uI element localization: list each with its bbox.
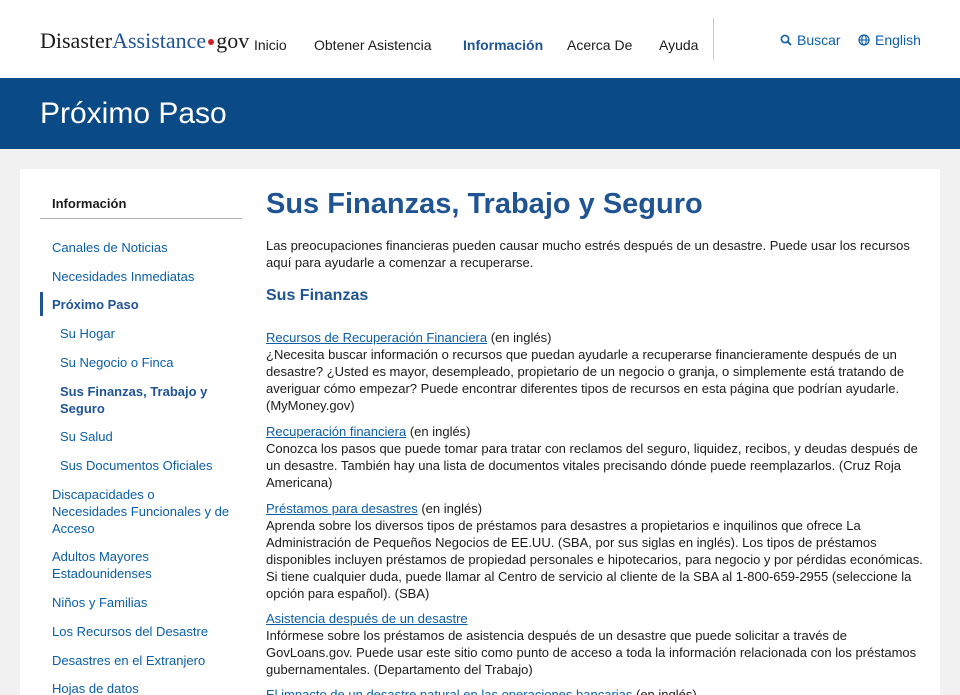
- resource-item: Asistencia después de un desastre Infórm…: [266, 610, 926, 678]
- sidebar-item-ninos-y-familias[interactable]: Niños y Familias: [52, 594, 147, 611]
- resource-link[interactable]: Asistencia después de un desastre: [266, 611, 468, 626]
- sidebar-item-hojas-de-datos[interactable]: Hojas de datos: [52, 680, 139, 695]
- resource-link[interactable]: Préstamos para desastres: [266, 501, 418, 516]
- sidebar-item-canales-de-noticias[interactable]: Canales de Noticias: [52, 239, 168, 256]
- resource-lang-note: (en inglés): [632, 687, 697, 695]
- resource-description: Aprenda sobre los diversos tipos de prés…: [266, 518, 923, 601]
- sidebar-item-discapacidades[interactable]: Discapacidades o Necesidades Funcionales…: [52, 486, 232, 537]
- page-banner: Próximo Paso: [0, 78, 960, 149]
- nav-obtener-asistencia[interactable]: Obtener Asistencia: [314, 37, 432, 53]
- sidebar-title: Información: [52, 196, 127, 211]
- resource-link[interactable]: Recursos de Recuperación Financiera: [266, 330, 487, 345]
- resource-item: El impacto de un desastre natural en las…: [266, 686, 926, 695]
- nav-ayuda[interactable]: Ayuda: [659, 37, 698, 53]
- nav-acerca-de[interactable]: Acerca De: [567, 37, 632, 53]
- resource-lang-note: (en inglés): [406, 424, 471, 439]
- resource-lang-note: (en inglés): [487, 330, 552, 345]
- sidebar-item-necesidades-inmediatas[interactable]: Necesidades Inmediatas: [52, 268, 194, 285]
- sidebar-item-su-negocio-o-finca[interactable]: Su Negocio o Finca: [60, 354, 173, 371]
- resource-link[interactable]: El impacto de un desastre natural en las…: [266, 687, 632, 695]
- sidebar-item-su-salud[interactable]: Su Salud: [60, 428, 113, 445]
- resource-lang-note: (en inglés): [417, 501, 483, 516]
- logo-dot-icon: [208, 38, 215, 45]
- globe-icon: [858, 34, 870, 46]
- resource-item: Préstamos para desastres (en inglés) Apr…: [266, 500, 926, 602]
- nav-informacion[interactable]: Información: [463, 37, 543, 53]
- sidebar-item-proximo-paso[interactable]: Próximo Paso: [52, 296, 139, 313]
- logo-text-accent: Assistance: [112, 28, 207, 53]
- sidebar-item-desastres-en-el-extranjero[interactable]: Desastres en el Extranjero: [52, 652, 205, 669]
- search-label: Buscar: [797, 32, 841, 48]
- resource-item: Recursos de Recuperación Financiera (en …: [266, 329, 926, 414]
- resource-link[interactable]: Recuperación financiera: [266, 424, 406, 439]
- search-icon: [780, 34, 792, 46]
- resource-description: ¿Necesita buscar información o recursos …: [266, 347, 905, 413]
- sidebar-item-sus-finanzas[interactable]: Sus Finanzas, Trabajo y Seguro: [60, 383, 235, 417]
- intro-text: Las preocupaciones financieras pueden ca…: [266, 238, 910, 270]
- sidebar-divider: [40, 218, 242, 219]
- logo-text-main: Disaster: [40, 28, 113, 53]
- search-button[interactable]: Buscar: [780, 32, 841, 48]
- nav-inicio[interactable]: Inicio: [254, 37, 287, 53]
- resource-description: Infórmese sobre los préstamos de asisten…: [266, 628, 917, 677]
- section-title: Sus Finanzas: [266, 287, 369, 304]
- language-toggle[interactable]: English: [858, 32, 921, 48]
- page-title: Sus Finanzas, Trabajo y Seguro: [266, 188, 703, 220]
- site-header: DisasterAssistance gov Inicio Obtener Asi…: [0, 0, 960, 78]
- sidebar-active-indicator: [40, 292, 43, 316]
- sidebar-item-su-hogar[interactable]: Su Hogar: [60, 325, 115, 342]
- resource-item: Recuperación financiera (en inglés) Cono…: [266, 423, 926, 491]
- site-logo[interactable]: DisasterAssistance gov: [40, 28, 249, 54]
- sidebar-item-adultos-mayores[interactable]: Adultos Mayores Estadounidenses: [52, 548, 182, 582]
- banner-title: Próximo Paso: [40, 97, 227, 130]
- logo-text-suffix: gov: [216, 28, 250, 53]
- resource-description: Conozca los pasos que puede tomar para t…: [266, 441, 918, 490]
- sidebar-item-recursos-del-desastre[interactable]: Los Recursos del Desastre: [52, 623, 208, 640]
- sidebar-item-sus-documentos-oficiales[interactable]: Sus Documentos Oficiales: [60, 457, 212, 474]
- nav-divider: [713, 18, 714, 60]
- language-label: English: [875, 32, 921, 48]
